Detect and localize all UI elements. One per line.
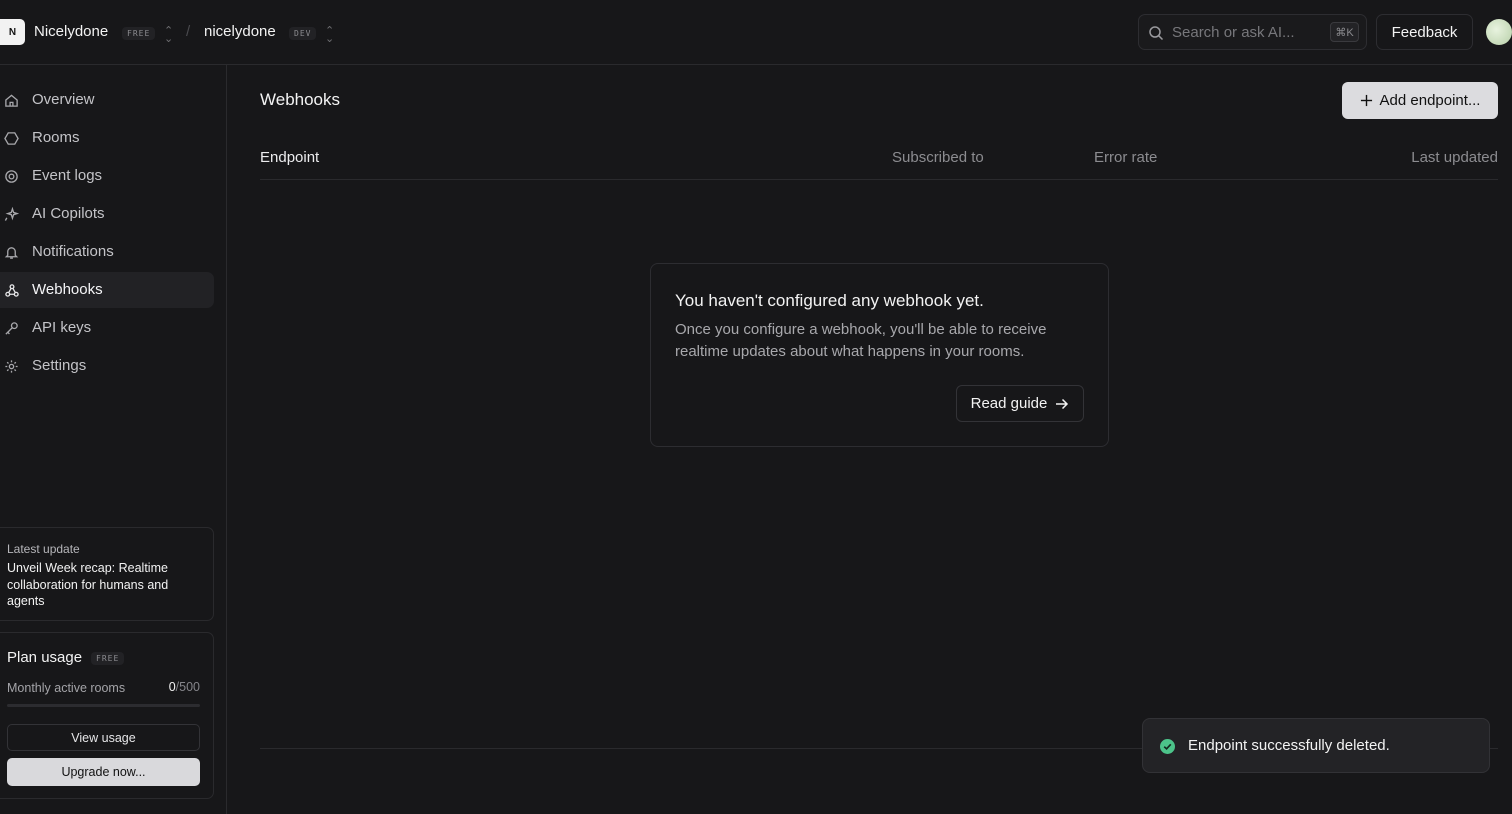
sidebar-item-notifications[interactable]: Notifications — [0, 234, 214, 270]
plan-metric-label: Monthly active rooms — [7, 681, 126, 695]
read-guide-label: Read guide — [970, 395, 1048, 412]
view-usage-button[interactable]: View usage — [7, 724, 200, 751]
plan-progress-bar — [7, 704, 200, 707]
plan-current: 0 — [168, 680, 176, 694]
org-switcher-chevron-icon[interactable]: ⌃ ⌄ — [164, 26, 173, 45]
sidebar-item-label: Overview — [32, 91, 95, 108]
sidebar-item-ai-copilots[interactable]: AI Copilots — [0, 196, 214, 232]
target-icon — [5, 170, 18, 183]
project-env-badge: DEV — [289, 27, 317, 40]
add-endpoint-label: Add endpoint... — [1379, 92, 1481, 109]
sidebar-item-label: API keys — [32, 319, 92, 336]
page-title: Webhooks — [260, 90, 341, 109]
sparkle-icon — [4, 207, 19, 221]
latest-update-kicker: Latest update — [7, 542, 80, 556]
search-icon — [1149, 26, 1164, 41]
sidebar-item-api-keys[interactable]: API keys — [0, 310, 214, 346]
empty-state-description: Once you configure a webhook, you'll be … — [675, 321, 1047, 360]
sidebar-item-webhooks[interactable]: Webhooks — [0, 272, 214, 308]
bell-icon — [4, 247, 19, 259]
check-circle-icon — [1160, 739, 1175, 754]
column-header-last-updated: Last updated — [1411, 149, 1498, 166]
search-input[interactable]: Search or ask AI... ⌘K — [1138, 14, 1367, 50]
key-icon — [5, 322, 18, 335]
sidebar-item-label: AI Copilots — [32, 205, 105, 222]
empty-state-card: You haven't configured any webhook yet. … — [650, 263, 1109, 447]
arrow-right-icon — [1056, 398, 1069, 409]
user-avatar[interactable] — [1486, 19, 1512, 45]
sidebar-item-overview[interactable]: Overview — [0, 82, 214, 118]
sidebar-item-settings[interactable]: Settings — [0, 348, 214, 384]
plan-metric-count: 0/500 — [169, 680, 200, 694]
read-guide-button[interactable]: Read guide — [956, 385, 1084, 422]
toast-message: Endpoint successfully deleted. — [1188, 737, 1390, 754]
empty-state-title: You haven't configured any webhook yet. — [675, 291, 984, 310]
latest-update-card[interactable]: Latest update Unveil Week recap: Realtim… — [0, 527, 214, 621]
feedback-button[interactable]: Feedback — [1376, 14, 1473, 50]
org-name[interactable]: Nicelydone — [34, 23, 108, 40]
hexagon-icon — [4, 132, 19, 145]
sidebar-item-label: Settings — [32, 357, 87, 374]
plus-icon — [1360, 94, 1372, 107]
sidebar-item-label: Rooms — [32, 129, 80, 146]
plan-badge: FREE — [91, 652, 125, 665]
add-endpoint-button[interactable]: Add endpoint... — [1342, 82, 1498, 119]
sidebar-item-event-logs[interactable]: Event logs — [0, 158, 214, 194]
column-header-error-rate: Error rate — [1094, 149, 1158, 166]
search-shortcut: ⌘K — [1330, 22, 1359, 42]
sidebar-item-label: Notifications — [32, 243, 114, 260]
org-plan-badge: FREE — [122, 27, 156, 40]
column-header-subscribed-to: Subscribed to — [892, 149, 984, 166]
upgrade-button[interactable]: Upgrade now... — [7, 758, 200, 786]
project-name[interactable]: nicelydone — [204, 23, 276, 40]
top-bar: N Nicelydone FREE ⌃ ⌄ / nicelydone DEV ⌃ ⌄… — [0, 0, 1512, 65]
breadcrumb-separator: / — [186, 23, 191, 40]
gear-icon — [5, 360, 18, 373]
table-header-divider — [260, 179, 1498, 180]
webhook-icon — [5, 284, 19, 297]
sidebar: Overview Rooms Event logs AI Copilots No… — [0, 65, 227, 814]
sidebar-item-label: Webhooks — [32, 281, 103, 298]
sidebar-item-label: Event logs — [32, 167, 103, 184]
toast-notification[interactable]: Endpoint successfully deleted. — [1142, 718, 1490, 773]
column-header-endpoint: Endpoint — [260, 149, 320, 166]
home-icon — [5, 94, 18, 107]
latest-update-headline: Unveil Week recap: Realtime collaboratio… — [7, 561, 169, 608]
plan-usage-card: Plan usage FREE Monthly active rooms 0/5… — [0, 632, 214, 799]
search-placeholder: Search or ask AI... — [1172, 24, 1295, 41]
plan-usage-title: Plan usage — [7, 649, 83, 666]
org-avatar[interactable]: N — [0, 19, 25, 45]
plan-limit: /500 — [175, 680, 200, 694]
project-switcher-chevron-icon[interactable]: ⌃ ⌄ — [325, 26, 334, 45]
sidebar-item-rooms[interactable]: Rooms — [0, 120, 214, 156]
